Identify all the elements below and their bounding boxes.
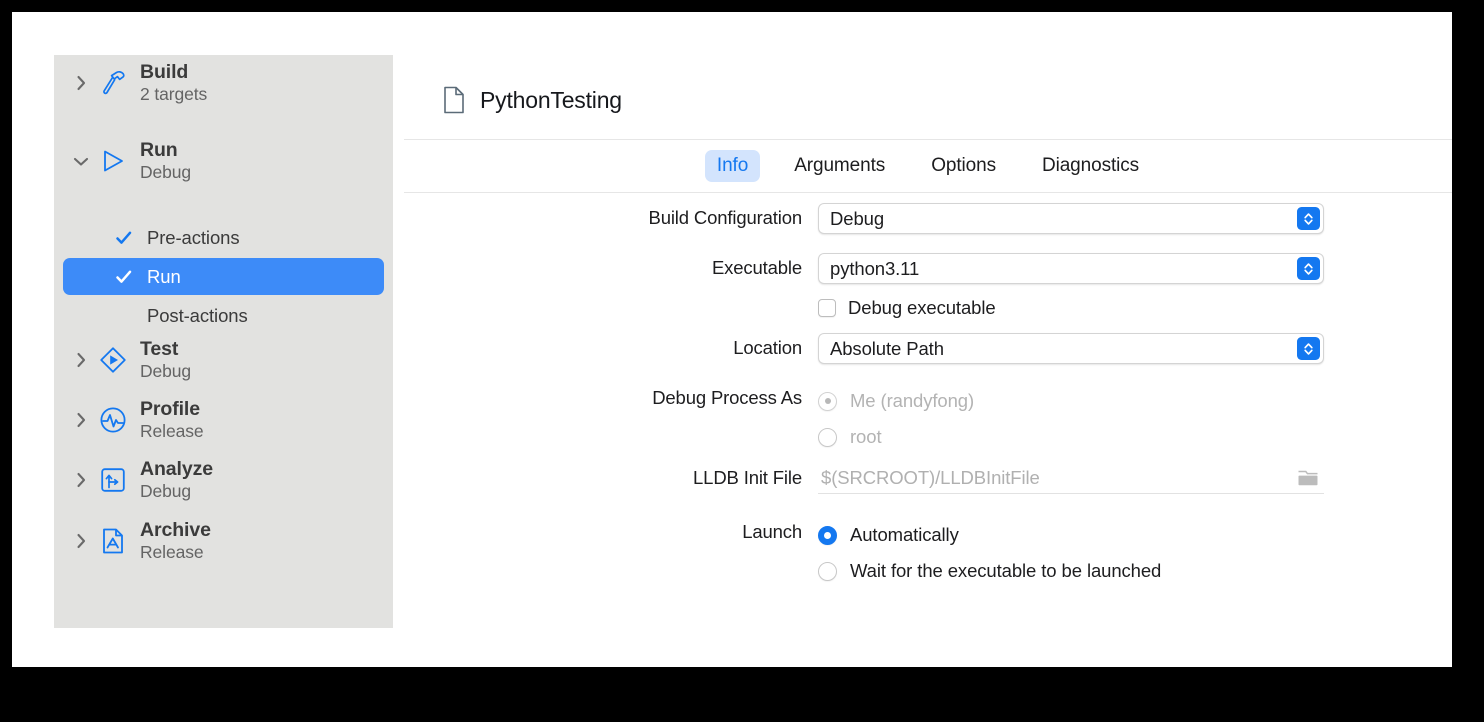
radio-wait-for-executable[interactable] <box>818 561 837 581</box>
debug-process-as-control: Me (randyfong) root <box>818 383 1432 455</box>
build-configuration-select[interactable]: Debug <box>818 203 1324 234</box>
build-configuration-label: Build Configuration <box>648 207 803 228</box>
folder-icon[interactable] <box>1296 468 1320 489</box>
debug-process-as-option-root[interactable]: root <box>818 419 1432 455</box>
row-location: Location Absolute Path <box>572 333 1432 364</box>
executable-label: Executable <box>711 257 802 278</box>
executable-select[interactable]: python3.11 <box>818 253 1324 284</box>
location-control: Absolute Path <box>818 333 1432 364</box>
row-lldb-init-file: LLDB Init File $(SRCROOT)/LLDBInitFile <box>572 463 1432 494</box>
launch-option-automatically[interactable]: Automatically <box>818 517 1432 553</box>
lldb-init-file-control: $(SRCROOT)/LLDBInitFile <box>818 463 1432 494</box>
chevron-updown-icon[interactable] <box>1297 207 1320 230</box>
build-configuration-value: Debug <box>830 207 885 229</box>
row-build-configuration: Build Configuration Debug <box>572 203 1432 234</box>
executable-control: python3.11 Debug executable <box>818 253 1432 321</box>
row-debug-process-as: Debug Process As Me (randyfong) root <box>572 383 1432 455</box>
radio-me[interactable] <box>818 391 837 411</box>
debug-executable-label: Debug executable <box>848 297 996 318</box>
radio-root-label: root <box>850 426 882 447</box>
build-configuration-control: Debug <box>818 203 1432 234</box>
lldb-init-file-input[interactable]: $(SRCROOT)/LLDBInitFile <box>818 463 1324 494</box>
location-value: Absolute Path <box>830 337 944 359</box>
scheme-editor-sheet: Build 2 targets Run Debug Pre-actions Ru… <box>12 12 1452 667</box>
window-frame: Build 2 targets Run Debug Pre-actions Ru… <box>0 0 1484 722</box>
lldb-init-file-label: LLDB Init File <box>693 467 802 488</box>
debug-process-as-label: Debug Process As <box>652 387 802 408</box>
lldb-init-file-placeholder: $(SRCROOT)/LLDBInitFile <box>821 467 1040 488</box>
radio-automatically[interactable] <box>818 525 837 545</box>
chevron-updown-icon[interactable] <box>1297 337 1320 360</box>
row-executable: Executable python3.11 Debug executable <box>572 253 1432 321</box>
location-label: Location <box>733 337 802 358</box>
debug-executable-checkbox-row[interactable]: Debug executable <box>818 295 1432 321</box>
row-launch: Launch Automatically Wait for the execut… <box>572 517 1432 589</box>
radio-wait-for-executable-label: Wait for the executable to be launched <box>850 560 1162 581</box>
executable-value: python3.11 <box>830 257 920 279</box>
info-tab-form: Build Configuration Debug Executable pyt… <box>12 12 1452 667</box>
radio-automatically-label: Automatically <box>850 524 959 545</box>
launch-control: Automatically Wait for the executable to… <box>818 517 1432 589</box>
radio-root[interactable] <box>818 427 837 447</box>
debug-process-as-option-me[interactable]: Me (randyfong) <box>818 383 1432 419</box>
chevron-updown-icon[interactable] <box>1297 257 1320 280</box>
location-select[interactable]: Absolute Path <box>818 333 1324 364</box>
launch-option-wait[interactable]: Wait for the executable to be launched <box>818 553 1432 589</box>
radio-me-label: Me (randyfong) <box>850 390 975 411</box>
launch-label: Launch <box>742 521 802 542</box>
debug-executable-checkbox[interactable] <box>818 299 836 317</box>
